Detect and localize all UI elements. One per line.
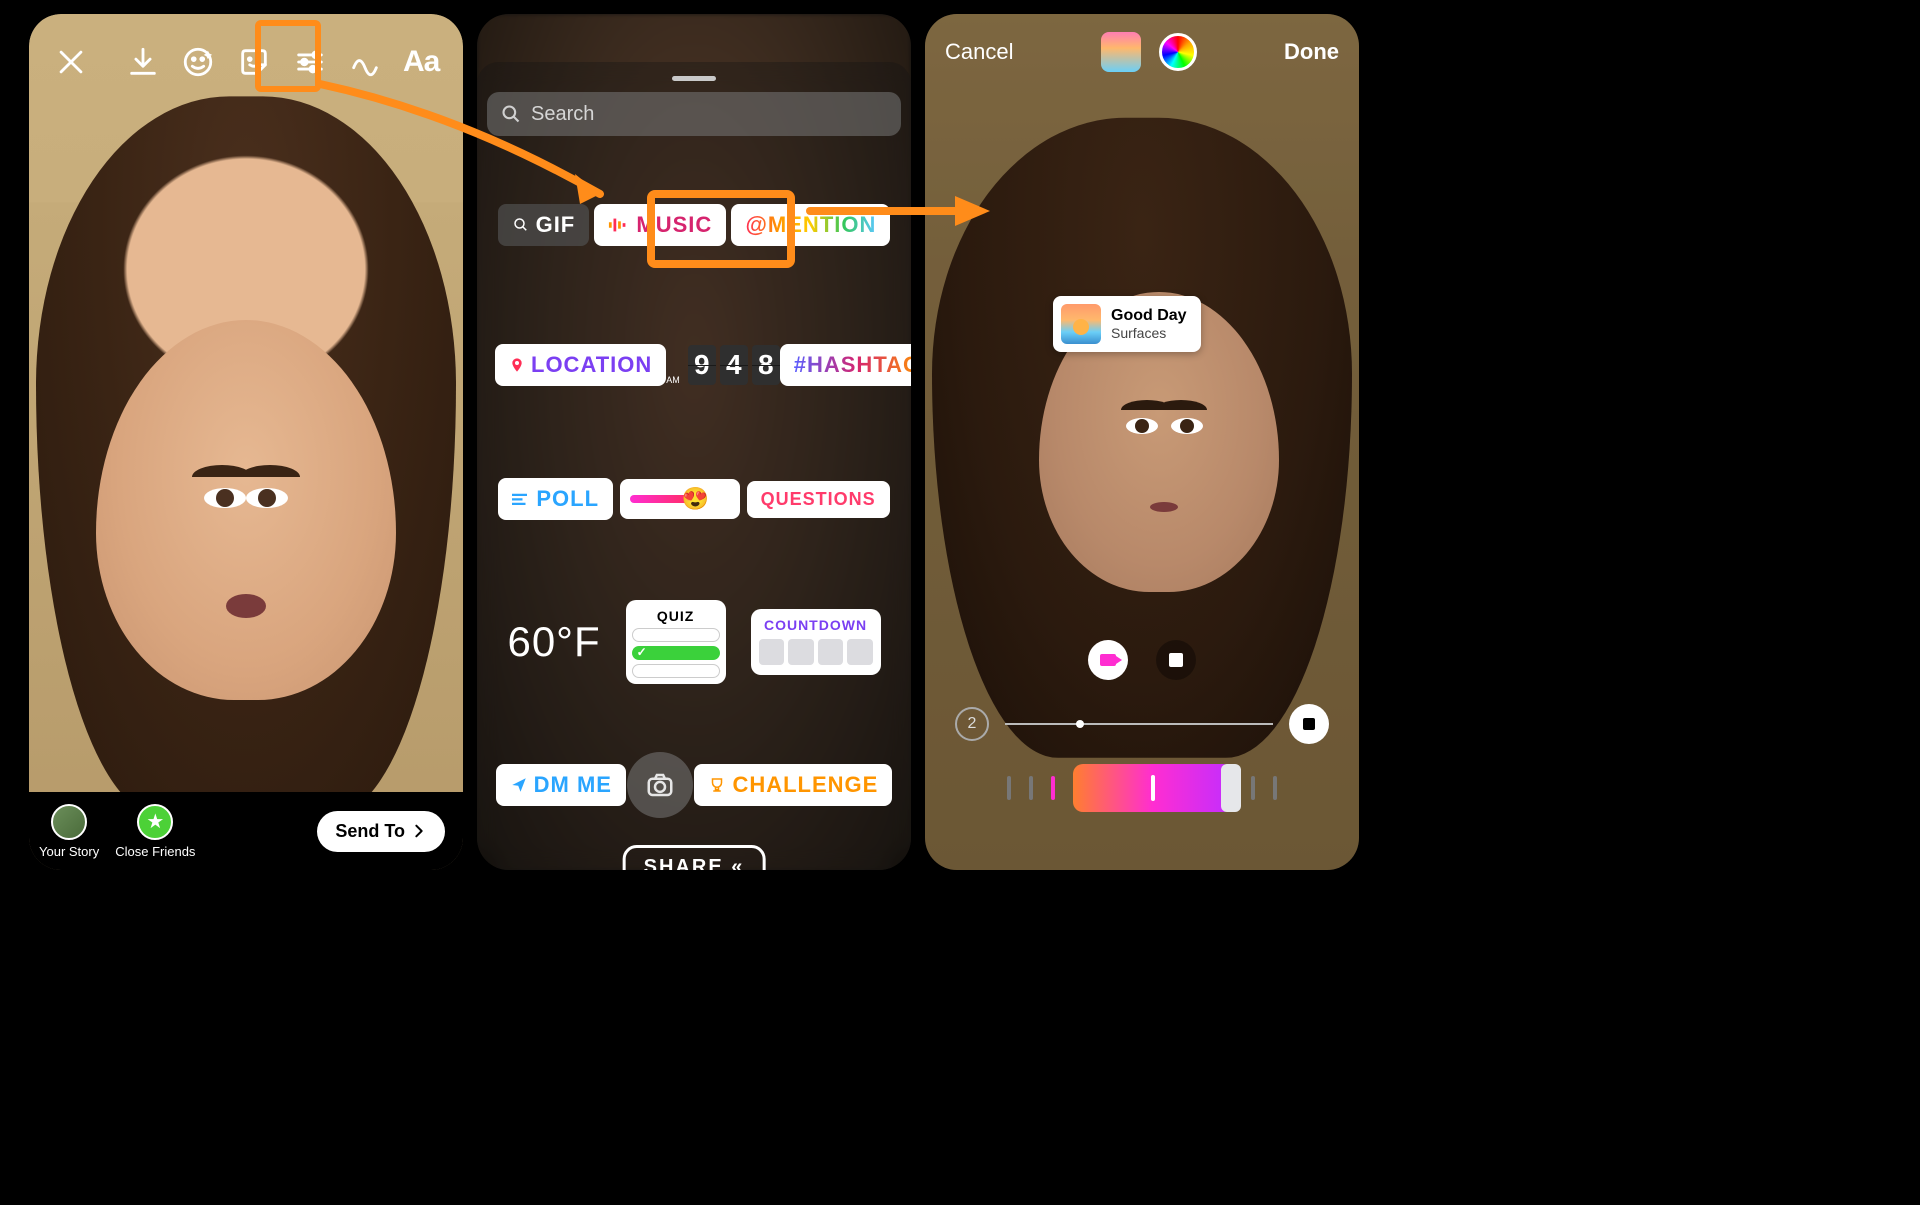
- clip-selection-window[interactable]: [1073, 764, 1233, 812]
- emoji-slider-sticker[interactable]: [620, 479, 740, 519]
- sticker-icon[interactable]: [234, 42, 274, 82]
- search-placeholder: Search: [531, 103, 594, 126]
- close-friends-button[interactable]: ★ Close Friends: [115, 804, 195, 859]
- music-sticker[interactable]: MUSIC: [594, 204, 726, 246]
- story-photo: [29, 14, 463, 870]
- sticker-search-input[interactable]: Search: [487, 92, 901, 136]
- screen-sticker-tray: Search GIF MUSIC @MENTION LOCAT: [477, 14, 911, 870]
- star-icon: ★: [137, 804, 173, 840]
- done-button[interactable]: Done: [1284, 39, 1339, 65]
- search-icon: [501, 104, 521, 124]
- dm-sticker[interactable]: DM ME: [496, 764, 626, 806]
- waveform-tick: [1251, 776, 1255, 800]
- temperature-sticker[interactable]: 60°F: [507, 618, 600, 666]
- screen-story-editor: Aa Your Story ★ Close Friends Send To: [29, 14, 463, 870]
- cancel-button[interactable]: Cancel: [945, 39, 1013, 65]
- sticker-style-button[interactable]: [1101, 32, 1141, 72]
- download-icon[interactable]: [123, 42, 163, 82]
- pin-icon: [509, 355, 525, 375]
- song-timeline[interactable]: [1005, 723, 1273, 725]
- song-artist: Surfaces: [1111, 325, 1187, 341]
- screen-music-editor: Cancel Done Good Day Surfaces 2: [925, 14, 1359, 870]
- close-friends-label: Close Friends: [115, 844, 195, 859]
- waveform-tick: [1051, 776, 1055, 800]
- video-mode-button[interactable]: [1088, 640, 1128, 680]
- your-story-button[interactable]: Your Story: [39, 804, 99, 859]
- questions-sticker[interactable]: QUESTIONS: [747, 481, 890, 518]
- send-to-button[interactable]: Send To: [317, 811, 445, 852]
- search-icon: [512, 216, 530, 234]
- editor-topbar: Aa: [29, 32, 463, 92]
- music-editor-topbar: Cancel Done: [925, 32, 1359, 72]
- close-icon[interactable]: [51, 42, 91, 82]
- camera-icon: [645, 770, 675, 800]
- waveform-tick: [1273, 776, 1277, 800]
- hashtag-sticker[interactable]: #HASHTAG: [780, 344, 911, 386]
- color-picker-button[interactable]: [1159, 33, 1197, 71]
- equalizer-icon: [608, 216, 630, 234]
- countdown-sticker[interactable]: COUNTDOWN: [751, 609, 881, 675]
- stop-button[interactable]: [1289, 704, 1329, 744]
- time-sticker[interactable]: AM 9 4 8: [666, 345, 780, 385]
- thumbnail-mode-button[interactable]: [1156, 640, 1196, 680]
- duration-badge[interactable]: 2: [955, 707, 989, 741]
- avatar: [51, 804, 87, 840]
- share-button[interactable]: SHARE «: [623, 845, 766, 870]
- album-art: [1061, 304, 1101, 344]
- mention-sticker[interactable]: @MENTION: [731, 204, 890, 246]
- adjust-icon[interactable]: [290, 42, 330, 82]
- quiz-sticker[interactable]: QUIZ: [626, 600, 726, 684]
- poll-sticker[interactable]: POLL: [498, 478, 613, 520]
- effects-icon[interactable]: [178, 42, 218, 82]
- drag-handle[interactable]: [672, 76, 716, 81]
- song-sticker[interactable]: Good Day Surfaces: [1053, 296, 1201, 352]
- bars-icon: [512, 491, 530, 507]
- send-icon: [510, 776, 528, 794]
- draw-icon[interactable]: [346, 42, 386, 82]
- trophy-icon: [708, 776, 726, 794]
- send-to-label: Send To: [335, 821, 405, 842]
- clip-handle[interactable]: [1221, 764, 1241, 812]
- gif-sticker[interactable]: GIF: [498, 204, 590, 246]
- song-title: Good Day: [1111, 307, 1187, 325]
- your-story-label: Your Story: [39, 844, 99, 859]
- challenge-sticker[interactable]: CHALLENGE: [694, 764, 892, 806]
- chevron-right-icon: [411, 823, 427, 839]
- editor-bottombar: Your Story ★ Close Friends Send To: [29, 792, 463, 870]
- waveform-tick: [1007, 776, 1011, 800]
- location-sticker[interactable]: LOCATION: [495, 344, 666, 386]
- camera-sticker[interactable]: [627, 752, 693, 818]
- music-scrubber-controls: 2: [925, 640, 1359, 812]
- waveform-tick: [1029, 776, 1033, 800]
- text-tool-button[interactable]: Aa: [401, 42, 441, 82]
